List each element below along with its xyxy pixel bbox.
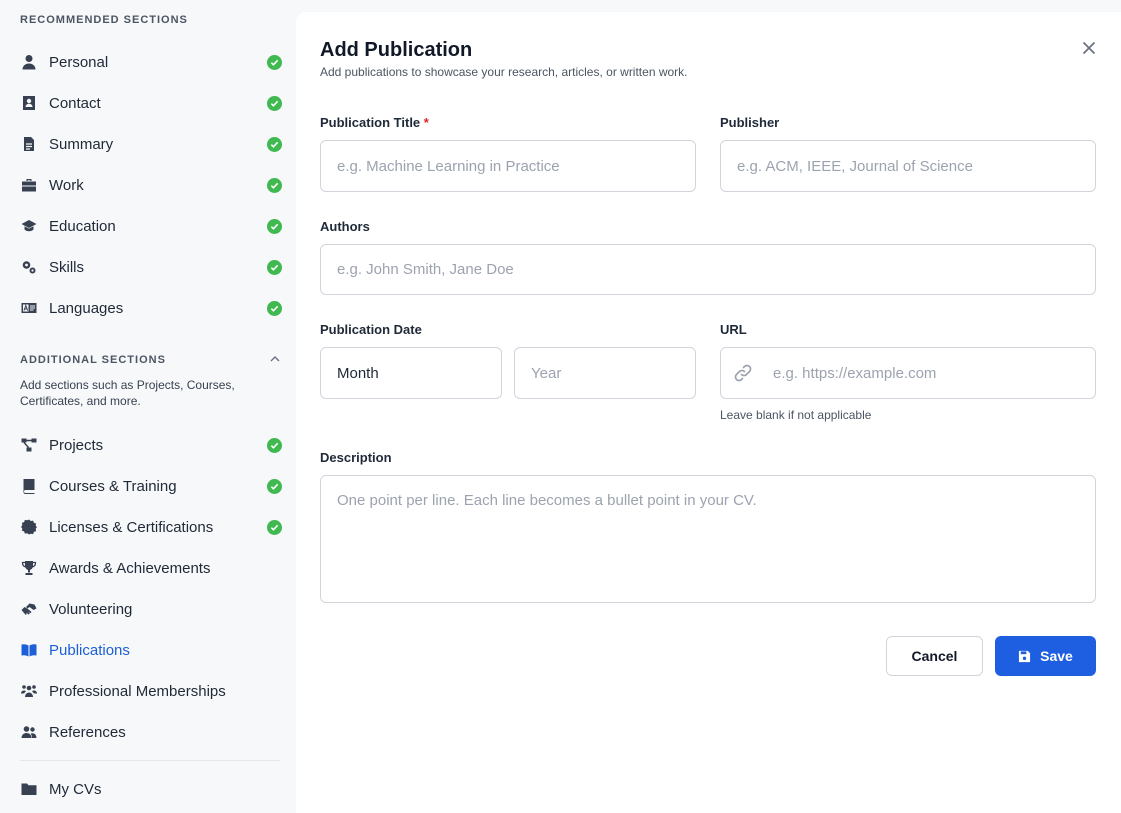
publisher-input[interactable]: e.g. ACM, IEEE, Journal of Science <box>720 140 1096 192</box>
description-textarea[interactable]: One point per line. Each line becomes a … <box>320 475 1096 603</box>
sidebar-item-label: References <box>49 723 126 741</box>
sidebar-item-label: Publications <box>49 641 130 659</box>
sidebar-item-label: Courses & Training <box>49 477 177 495</box>
sidebar-item-skills[interactable]: Skills <box>20 255 282 279</box>
sidebar-item-label: Volunteering <box>49 600 133 618</box>
graduation-cap-icon <box>20 217 38 235</box>
check-icon <box>267 177 282 193</box>
language-icon <box>20 299 38 317</box>
save-icon <box>1019 650 1031 662</box>
sidebar-item-languages[interactable]: Languages <box>20 296 282 320</box>
users-icon <box>20 723 38 741</box>
check-icon <box>267 478 282 494</box>
authors-input[interactable]: e.g. John Smith, Jane Doe <box>320 244 1096 295</box>
check-icon <box>267 259 282 275</box>
year-input[interactable]: Year <box>514 347 696 399</box>
trophy-icon <box>20 559 38 577</box>
user-icon <box>20 53 38 71</box>
sidebar-item-label: My CVs <box>49 780 102 798</box>
save-button-label: Save <box>1040 648 1073 664</box>
check-icon <box>267 54 282 70</box>
link-icon <box>734 364 752 382</box>
sidebar-item-label: Projects <box>49 436 104 454</box>
sidebar-item-label: Skills <box>49 258 85 276</box>
users-group-icon <box>20 682 38 700</box>
sidebar-item-label: Awards & Achievements <box>49 559 211 577</box>
briefcase-icon <box>20 176 38 194</box>
publication-title-input[interactable]: e.g. Machine Learning in Practice <box>320 140 696 192</box>
book-icon <box>20 477 38 495</box>
sidebar-item-publications[interactable]: Publications <box>20 638 282 662</box>
chevron-up-icon[interactable] <box>268 352 282 366</box>
sidebar-item-education[interactable]: Education <box>20 214 282 238</box>
recommended-sections-heading: RECOMMENDED SECTIONS <box>20 14 188 26</box>
sidebar-item-professional-memberships[interactable]: Professional Memberships <box>20 679 282 703</box>
certificate-icon <box>20 518 38 536</box>
add-publication-panel: Add Publication Add publications to show… <box>296 12 1121 813</box>
sidebar-item-label: Summary <box>49 135 114 153</box>
sidebar-item-references[interactable]: References <box>20 720 282 744</box>
close-icon[interactable] <box>1081 40 1097 56</box>
open-book-icon <box>20 641 38 659</box>
required-mark: * <box>423 115 429 130</box>
publisher-label: Publisher <box>720 115 780 130</box>
cancel-button[interactable]: Cancel <box>886 636 983 676</box>
sidebar-item-awards-achievements[interactable]: Awards & Achievements <box>20 556 282 580</box>
folder-icon <box>20 780 38 798</box>
check-icon <box>267 136 282 152</box>
sidebar-item-label: Personal <box>49 53 109 71</box>
sidebar-item-personal[interactable]: Personal <box>20 50 282 74</box>
additional-sections-heading: ADDITIONAL SECTIONS <box>20 354 166 366</box>
sidebar-item-label: Professional Memberships <box>49 682 226 700</box>
url-label: URL <box>720 322 747 337</box>
document-icon <box>20 135 38 153</box>
contact-card-icon <box>20 94 38 112</box>
url-placeholder: e.g. https://example.com <box>773 364 937 382</box>
additional-sections-description: Add sections such as Projects, Courses, … <box>20 378 235 408</box>
sidebar-item-volunteering[interactable]: Volunteering <box>20 597 282 621</box>
sidebar-item-projects[interactable]: Projects <box>20 433 282 457</box>
sidebar-item-label: Contact <box>49 94 101 112</box>
sidebar-item-label: Licenses & Certifications <box>49 518 214 536</box>
project-diagram-icon <box>20 436 38 454</box>
panel-title: Add Publication <box>320 39 473 61</box>
check-icon <box>267 95 282 111</box>
check-icon <box>267 437 282 453</box>
sidebar-divider <box>20 760 280 761</box>
sidebar-item-work[interactable]: Work <box>20 173 282 197</box>
sidebar-item-label: Education <box>49 217 116 235</box>
sidebar-item-label: Work <box>49 176 84 194</box>
month-select[interactable]: Month <box>320 347 502 399</box>
sidebar-item-courses-training[interactable]: Courses & Training <box>20 474 282 498</box>
panel-subtitle: Add publications to showcase your resear… <box>320 65 688 79</box>
sidebar-item-contact[interactable]: Contact <box>20 91 282 115</box>
publication-title-label: Publication Title * <box>320 115 429 130</box>
check-icon <box>267 519 282 535</box>
hands-helping-icon <box>20 600 38 618</box>
authors-label: Authors <box>320 219 370 234</box>
url-helper-text: Leave blank if not applicable <box>720 408 872 422</box>
check-icon <box>267 218 282 234</box>
sidebar-item-label: Languages <box>49 299 124 317</box>
check-icon <box>267 300 282 316</box>
sidebar-item-licenses-certifications[interactable]: Licenses & Certifications <box>20 515 282 539</box>
sidebar: RECOMMENDED SECTIONS Personal Contact Su… <box>0 0 296 813</box>
gears-icon <box>20 258 38 276</box>
sidebar-item-my-cvs[interactable]: My CVs <box>20 777 282 801</box>
description-label: Description <box>320 450 392 465</box>
url-input[interactable]: e.g. https://example.com <box>720 347 1096 399</box>
publication-date-label: Publication Date <box>320 322 422 337</box>
save-button[interactable]: Save <box>995 636 1096 676</box>
sidebar-item-summary[interactable]: Summary <box>20 132 282 156</box>
